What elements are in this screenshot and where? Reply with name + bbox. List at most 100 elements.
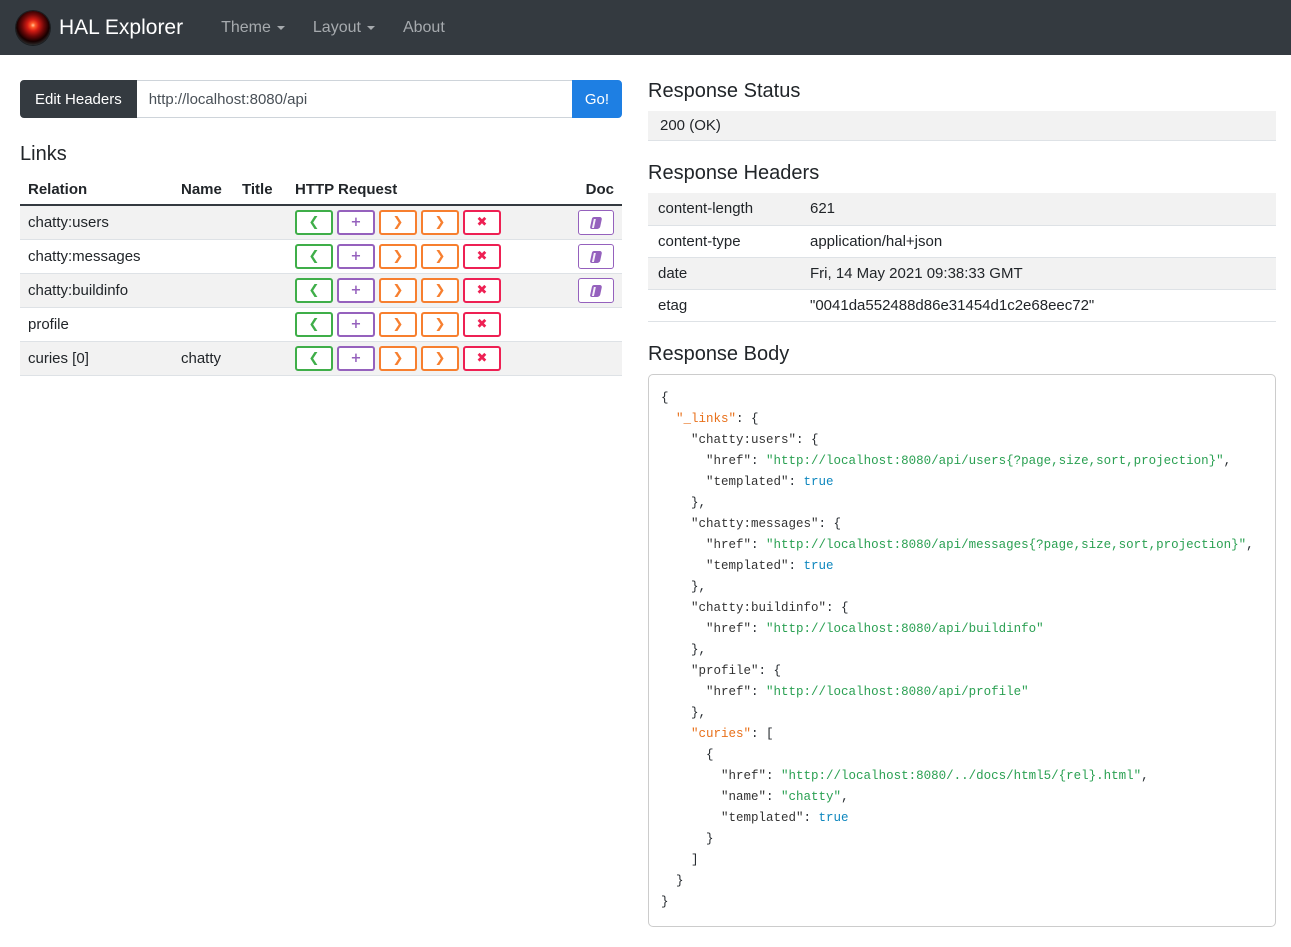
links-table-body: chatty:users ❮ + ❯ ❯ ✖ chatty:messages ❮ + ❯ ❯ ✖ cha…	[20, 205, 622, 376]
column-header-http-request: HTTP Request	[287, 175, 570, 206]
response-header-row: content-length 621	[648, 193, 1276, 226]
nav-item-layout[interactable]: Layout	[299, 11, 389, 45]
json-line: "href": "http://localhost:8080/api/profi…	[706, 684, 1029, 699]
response-panel: Response Status 200 (OK) Response Header…	[648, 80, 1276, 927]
chevron-down-icon	[366, 25, 375, 30]
json-line: }	[661, 894, 669, 909]
json-line: {	[661, 747, 714, 762]
delete-request-button[interactable]: ✖	[463, 244, 501, 269]
patch-request-button[interactable]: ❯	[421, 210, 459, 235]
table-row: chatty:buildinfo ❮ + ❯ ❯ ✖	[20, 273, 622, 308]
patch-request-button[interactable]: ❯	[421, 278, 459, 303]
links-table-header: Relation Name Title HTTP Request Doc	[20, 175, 622, 206]
app-title: HAL Explorer	[59, 15, 184, 39]
json-line: }	[661, 831, 714, 846]
http-request-cell: ❮ + ❯ ❯ ✖	[287, 273, 570, 308]
doc-button[interactable]	[578, 210, 614, 235]
title-cell	[234, 205, 287, 240]
column-header-relation: Relation	[20, 175, 173, 206]
doc-cell	[570, 239, 622, 274]
json-line: },	[661, 705, 707, 720]
get-request-button[interactable]: ❮	[295, 312, 333, 337]
doc-button[interactable]	[578, 244, 614, 269]
delete-request-button[interactable]: ✖	[463, 210, 501, 235]
edit-headers-button[interactable]: Edit Headers	[20, 80, 137, 118]
json-line: }	[661, 873, 684, 888]
brand-link[interactable]: HAL Explorer	[16, 10, 184, 45]
header-name: date	[648, 257, 800, 290]
request-bar: Edit Headers Go!	[20, 80, 622, 118]
patch-request-button[interactable]: ❯	[421, 244, 459, 269]
put-request-button[interactable]: ❯	[379, 210, 417, 235]
get-request-button[interactable]: ❮	[295, 210, 333, 235]
header-value: application/hal+json	[800, 225, 1276, 258]
title-cell	[234, 307, 287, 342]
nav-item-layout-label: Layout	[312, 18, 361, 36]
put-request-button[interactable]: ❯	[379, 312, 417, 337]
doc-cell	[570, 273, 622, 308]
column-header-title: Title	[234, 175, 287, 206]
response-body-heading: Response Body	[648, 342, 790, 365]
put-request-button[interactable]: ❯	[379, 244, 417, 269]
links-heading: Links	[20, 143, 67, 165]
table-row: chatty:users ❮ + ❯ ❯ ✖	[20, 205, 622, 240]
post-request-button[interactable]: +	[337, 210, 375, 235]
get-request-button[interactable]: ❮	[295, 346, 333, 371]
title-cell	[234, 239, 287, 274]
nav-item-about[interactable]: About	[389, 11, 459, 45]
delete-request-button[interactable]: ✖	[463, 346, 501, 371]
delete-request-button[interactable]: ✖	[463, 312, 501, 337]
post-request-button[interactable]: +	[337, 312, 375, 337]
nav-item-about-label: About	[402, 18, 445, 36]
json-line: "_links": {	[676, 411, 759, 426]
post-request-button[interactable]: +	[337, 244, 375, 269]
table-row: chatty:messages ❮ + ❯ ❯ ✖	[20, 239, 622, 274]
json-line: },	[661, 579, 707, 594]
get-request-button[interactable]: ❮	[295, 278, 333, 303]
json-line: "href": "http://localhost:8080/api/build…	[706, 621, 1044, 636]
http-request-cell: ❮ + ❯ ❯ ✖	[287, 307, 570, 342]
left-panel: Edit Headers Go! Links Relation Name Tit…	[20, 80, 622, 376]
json-line: "chatty:users": {	[691, 432, 819, 447]
main-content: Edit Headers Go! Links Relation Name Tit…	[0, 55, 1291, 947]
doc-cell	[570, 341, 622, 376]
relation-cell: profile	[20, 307, 173, 342]
navbar-menu: Theme Layout About	[207, 11, 459, 45]
get-request-button[interactable]: ❮	[295, 244, 333, 269]
json-line: },	[661, 642, 707, 657]
book-icon	[589, 216, 603, 229]
post-request-button[interactable]: +	[337, 278, 375, 303]
json-line: "chatty:buildinfo": {	[691, 600, 849, 615]
header-value: "0041da552488d86e31454d1c2e68eec72"	[800, 289, 1276, 322]
table-row: profile ❮ + ❯ ❯ ✖	[20, 307, 622, 342]
json-line: "href": "http://localhost:8080/api/users…	[706, 453, 1232, 468]
http-request-cell: ❮ + ❯ ❯ ✖	[287, 341, 570, 376]
json-line: "templated": true	[721, 810, 849, 825]
json-line: "templated": true	[706, 558, 834, 573]
nav-item-theme[interactable]: Theme	[207, 11, 299, 45]
response-status-value: 200 (OK)	[648, 111, 1276, 141]
header-name: content-type	[648, 225, 800, 258]
http-request-cell: ❮ + ❯ ❯ ✖	[287, 205, 570, 240]
json-line: ]	[661, 852, 699, 867]
response-headers-body: content-length 621 content-type application…	[648, 193, 1276, 322]
response-header-row: content-type application/hal+json	[648, 225, 1276, 258]
name-cell: chatty	[173, 341, 234, 376]
put-request-button[interactable]: ❯	[379, 346, 417, 371]
chevron-down-icon	[276, 25, 285, 30]
json-line: "href": "http://localhost:8080/../docs/h…	[721, 768, 1149, 783]
go-button[interactable]: Go!	[571, 80, 622, 118]
column-header-doc: Doc	[570, 175, 622, 206]
url-input[interactable]	[136, 80, 572, 118]
put-request-button[interactable]: ❯	[379, 278, 417, 303]
relation-cell: curies [0]	[20, 341, 173, 376]
navbar: HAL Explorer Theme Layout About	[0, 0, 1291, 55]
patch-request-button[interactable]: ❯	[421, 312, 459, 337]
book-icon	[589, 250, 603, 263]
delete-request-button[interactable]: ✖	[463, 278, 501, 303]
column-header-name: Name	[173, 175, 234, 206]
patch-request-button[interactable]: ❯	[421, 346, 459, 371]
doc-button[interactable]	[578, 278, 614, 303]
header-value: Fri, 14 May 2021 09:38:33 GMT	[800, 257, 1276, 290]
post-request-button[interactable]: +	[337, 346, 375, 371]
